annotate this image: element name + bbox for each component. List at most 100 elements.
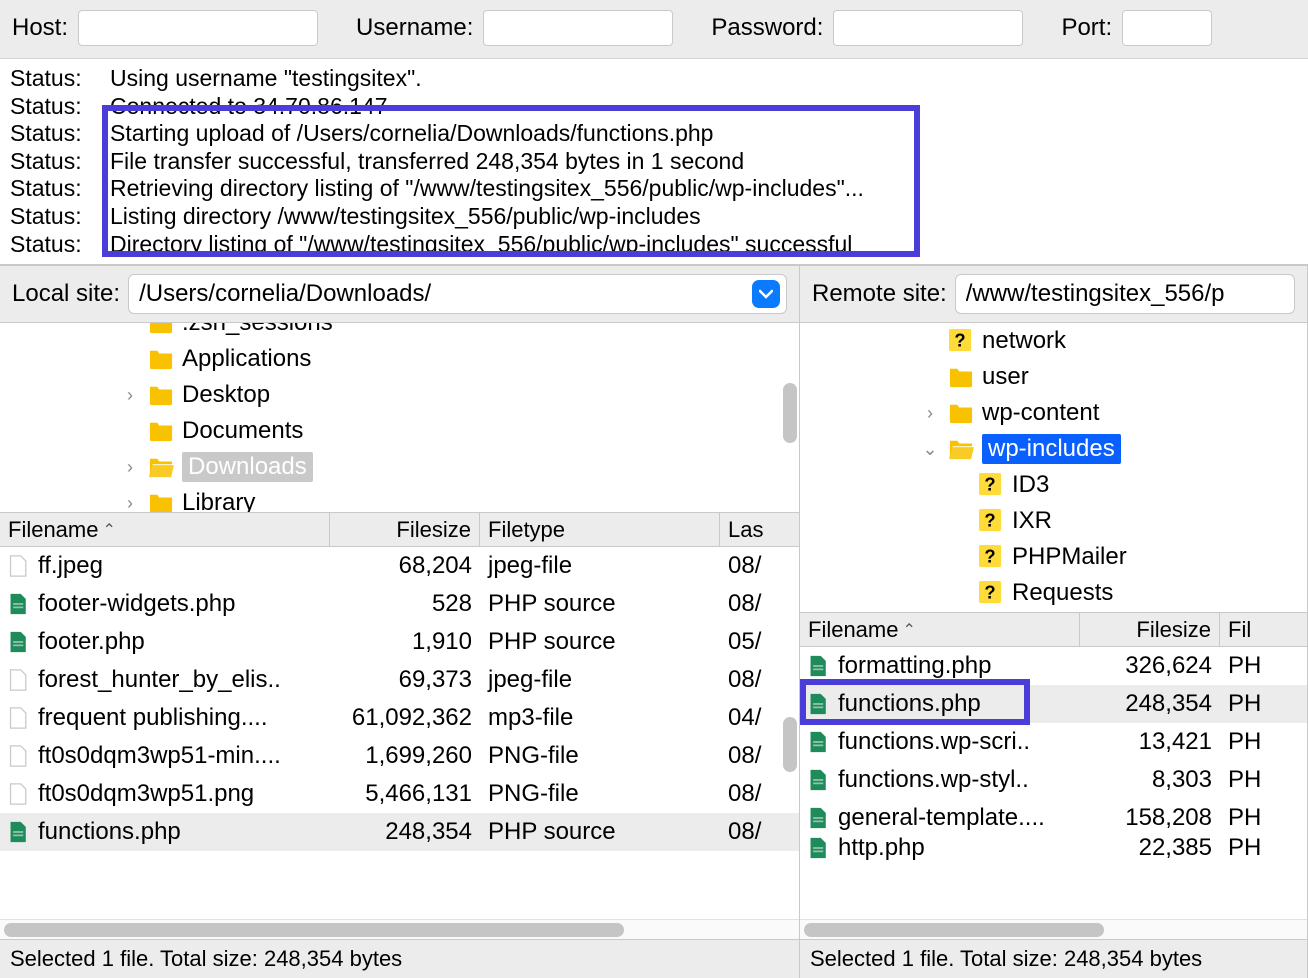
username-input[interactable] bbox=[483, 10, 673, 46]
cell-filename: ft0s0dqm3wp51-min.... bbox=[0, 742, 330, 770]
remote-hscrollbar[interactable] bbox=[800, 919, 1307, 939]
file-row[interactable]: footer.php1,910PHP source05/ bbox=[0, 623, 799, 661]
local-hscrollbar[interactable] bbox=[0, 919, 799, 939]
tree-item[interactable]: ›Downloads bbox=[0, 449, 799, 485]
tree-item[interactable]: .zsn_sessions bbox=[0, 323, 799, 341]
file-row[interactable]: forest_hunter_by_elis..69,373jpeg-file08… bbox=[0, 661, 799, 699]
local-header[interactable]: Filename⌃ Filesize Filetype Las bbox=[0, 513, 799, 547]
folder-open-icon bbox=[146, 455, 176, 479]
tree-item[interactable]: ›Desktop bbox=[0, 377, 799, 413]
log-label: Status: bbox=[10, 93, 110, 121]
tree-item-label: Requests bbox=[1012, 579, 1113, 607]
remote-pane: Remote site: /www/testingsitex_556/p net… bbox=[800, 266, 1308, 978]
tree-item[interactable]: Documents bbox=[0, 413, 799, 449]
php-file-icon bbox=[8, 819, 30, 845]
php-file-icon bbox=[808, 729, 830, 755]
log-line: Status:Connected to 34.70.86.147 bbox=[10, 93, 1298, 121]
remote-tree[interactable]: networkuser›wp-content⌄wp-includes ID3 IXR… bbox=[800, 323, 1307, 613]
col-lastmod[interactable]: Las bbox=[720, 513, 799, 546]
tree-item-label: ID3 bbox=[1012, 471, 1049, 499]
cell-filetype: PH bbox=[1220, 690, 1307, 718]
tree-item-label: Applications bbox=[182, 345, 311, 373]
cell-lastmod: 08/ bbox=[720, 780, 799, 808]
cell-filesize: 68,204 bbox=[330, 552, 480, 580]
chevron-down-icon[interactable] bbox=[752, 280, 780, 308]
cell-filetype: PNG-file bbox=[480, 780, 720, 808]
remote-header[interactable]: Filename⌃ Filesize Fil bbox=[800, 613, 1307, 647]
tree-item[interactable]: Applications bbox=[0, 341, 799, 377]
disclosure-icon[interactable]: ⌄ bbox=[920, 439, 940, 460]
cell-lastmod: 08/ bbox=[720, 818, 799, 846]
scrollbar-thumb[interactable] bbox=[783, 383, 797, 443]
scrollbar-thumb[interactable] bbox=[783, 717, 797, 772]
local-file-list[interactable]: ff.jpeg68,204jpeg-file08/footer-widgets.… bbox=[0, 547, 799, 919]
file-row[interactable]: http.php22,385PH bbox=[800, 829, 1307, 867]
unknown-folder-icon bbox=[976, 509, 1006, 533]
folder-icon bbox=[146, 383, 176, 407]
file-icon bbox=[8, 705, 30, 731]
filename-text: http.php bbox=[838, 834, 925, 862]
tree-item-label: PHPMailer bbox=[1012, 543, 1127, 571]
remote-site-label: Remote site: bbox=[812, 280, 947, 308]
tree-item[interactable]: ⌄wp-includes bbox=[800, 431, 1307, 467]
col-filetype[interactable]: Fil bbox=[1220, 613, 1307, 646]
file-row[interactable]: ft0s0dqm3wp51.png5,466,131PNG-file08/ bbox=[0, 775, 799, 813]
file-row[interactable]: footer-widgets.php528PHP source08/ bbox=[0, 585, 799, 623]
tree-item[interactable]: network bbox=[800, 323, 1307, 359]
remote-path-combo[interactable]: /www/testingsitex_556/p bbox=[955, 274, 1295, 314]
file-row[interactable]: functions.wp-styl..8,303PH bbox=[800, 761, 1307, 799]
filename-text: formatting.php bbox=[838, 652, 991, 680]
file-row[interactable]: ff.jpeg68,204jpeg-file08/ bbox=[0, 547, 799, 585]
log-message: Connected to 34.70.86.147 bbox=[110, 93, 1298, 121]
file-row[interactable]: functions.php248,354PHP source08/ bbox=[0, 813, 799, 851]
file-row[interactable]: ft0s0dqm3wp51-min....1,699,260PNG-file08… bbox=[0, 737, 799, 775]
cell-filetype: PH bbox=[1220, 804, 1307, 832]
cell-filesize: 158,208 bbox=[1080, 804, 1220, 832]
disclosure-icon[interactable]: › bbox=[120, 493, 140, 514]
file-row[interactable]: functions.wp-scri..13,421PH bbox=[800, 723, 1307, 761]
remote-file-list[interactable]: formatting.php326,624PHfunctions.php248,… bbox=[800, 647, 1307, 919]
col-filesize[interactable]: Filesize bbox=[1080, 613, 1220, 646]
tree-item[interactable]: Requests bbox=[800, 575, 1307, 611]
disclosure-icon[interactable]: › bbox=[920, 403, 940, 424]
file-row[interactable]: formatting.php326,624PH bbox=[800, 647, 1307, 685]
local-tree[interactable]: .zsn_sessions Applications ›DesktopDocumen… bbox=[0, 323, 799, 513]
tree-item[interactable]: ›Library bbox=[0, 485, 799, 513]
cell-filesize: 248,354 bbox=[330, 818, 480, 846]
tree-item-label: IXR bbox=[1012, 507, 1052, 535]
unknown-folder-icon bbox=[946, 329, 976, 353]
tree-item[interactable]: PHPMailer bbox=[800, 539, 1307, 575]
cell-filetype: PHP source bbox=[480, 590, 720, 618]
log-label: Status: bbox=[10, 175, 110, 203]
port-label: Port: bbox=[1061, 14, 1112, 42]
tree-item[interactable]: ID3 bbox=[800, 467, 1307, 503]
col-filesize[interactable]: Filesize bbox=[330, 513, 480, 546]
cell-filetype: PH bbox=[1220, 766, 1307, 794]
file-row[interactable]: frequent publishing....61,092,362mp3-fil… bbox=[0, 699, 799, 737]
tree-item[interactable]: ›wp-content bbox=[800, 395, 1307, 431]
cell-filesize: 1,910 bbox=[330, 628, 480, 656]
col-filename[interactable]: Filename⌃ bbox=[0, 513, 330, 546]
filename-text: general-template.... bbox=[838, 804, 1045, 832]
log-pane[interactable]: Status:Using username "testingsitex".Sta… bbox=[0, 59, 1308, 265]
col-filename[interactable]: Filename⌃ bbox=[800, 613, 1080, 646]
cell-lastmod: 08/ bbox=[720, 666, 799, 694]
disclosure-icon[interactable]: › bbox=[120, 385, 140, 406]
remote-status: Selected 1 file. Total size: 248,354 byt… bbox=[800, 939, 1307, 978]
col-filetype[interactable]: Filetype bbox=[480, 513, 720, 546]
disclosure-icon[interactable]: › bbox=[120, 457, 140, 478]
folder-icon bbox=[946, 365, 976, 389]
host-input[interactable] bbox=[78, 10, 318, 46]
log-label: Status: bbox=[10, 148, 110, 176]
password-input[interactable] bbox=[833, 10, 1023, 46]
cell-filesize: 22,385 bbox=[1080, 834, 1220, 862]
log-line: Status:Retrieving directory listing of "… bbox=[10, 175, 1298, 203]
port-input[interactable] bbox=[1122, 10, 1212, 46]
file-row[interactable]: general-template.... 158,208PH bbox=[800, 799, 1307, 837]
file-row[interactable]: functions.php248,354PH bbox=[800, 685, 1307, 723]
tree-item[interactable]: IXR bbox=[800, 503, 1307, 539]
tree-item[interactable]: user bbox=[800, 359, 1307, 395]
local-path-combo[interactable]: /Users/cornelia/Downloads/ bbox=[128, 274, 787, 314]
filename-text: ft0s0dqm3wp51.png bbox=[38, 780, 254, 808]
password-label: Password: bbox=[711, 14, 823, 42]
